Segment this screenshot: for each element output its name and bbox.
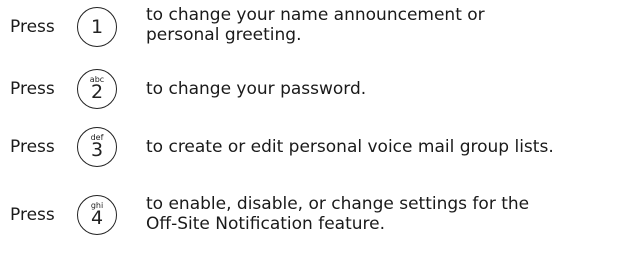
instruction-row-3: Press def 3 to create or edit personal v… [0, 126, 640, 168]
instruction-line: to change your password. [146, 79, 367, 99]
key-digit: 4 [90, 207, 104, 229]
instruction-text: to change your password. [146, 79, 636, 99]
key-digit: 3 [90, 139, 104, 161]
press-label: Press [10, 17, 55, 37]
instruction-text: to create or edit personal voice mail gr… [146, 137, 636, 157]
key-digit: 2 [90, 81, 104, 103]
key-1-icon: 1 [77, 7, 117, 47]
instruction-row-4: Press ghi 4 to enable, disable, or chang… [0, 184, 640, 244]
key-2-abc-icon: abc 2 [77, 69, 117, 109]
instruction-line: to change your name announcement or [146, 5, 485, 25]
key-4-ghi-icon: ghi 4 [77, 195, 117, 235]
key-digit: 1 [90, 16, 104, 38]
instruction-text: to change your name announcement or pers… [146, 5, 636, 45]
press-label: Press [10, 137, 55, 157]
instruction-line: personal greeting. [146, 25, 302, 45]
instruction-line: Off-Site Notification feature. [146, 214, 385, 234]
instruction-line: to enable, disable, or change settings f… [146, 194, 530, 214]
instruction-text: to enable, disable, or change settings f… [146, 194, 636, 234]
instruction-line: to create or edit personal voice mail gr… [146, 137, 554, 157]
key-3-def-icon: def 3 [77, 127, 117, 167]
instruction-row-1: Press 1 to change your name announcement… [0, 2, 640, 54]
instruction-row-2: Press abc 2 to change your password. [0, 68, 640, 110]
press-label: Press [10, 205, 55, 225]
press-label: Press [10, 79, 55, 99]
